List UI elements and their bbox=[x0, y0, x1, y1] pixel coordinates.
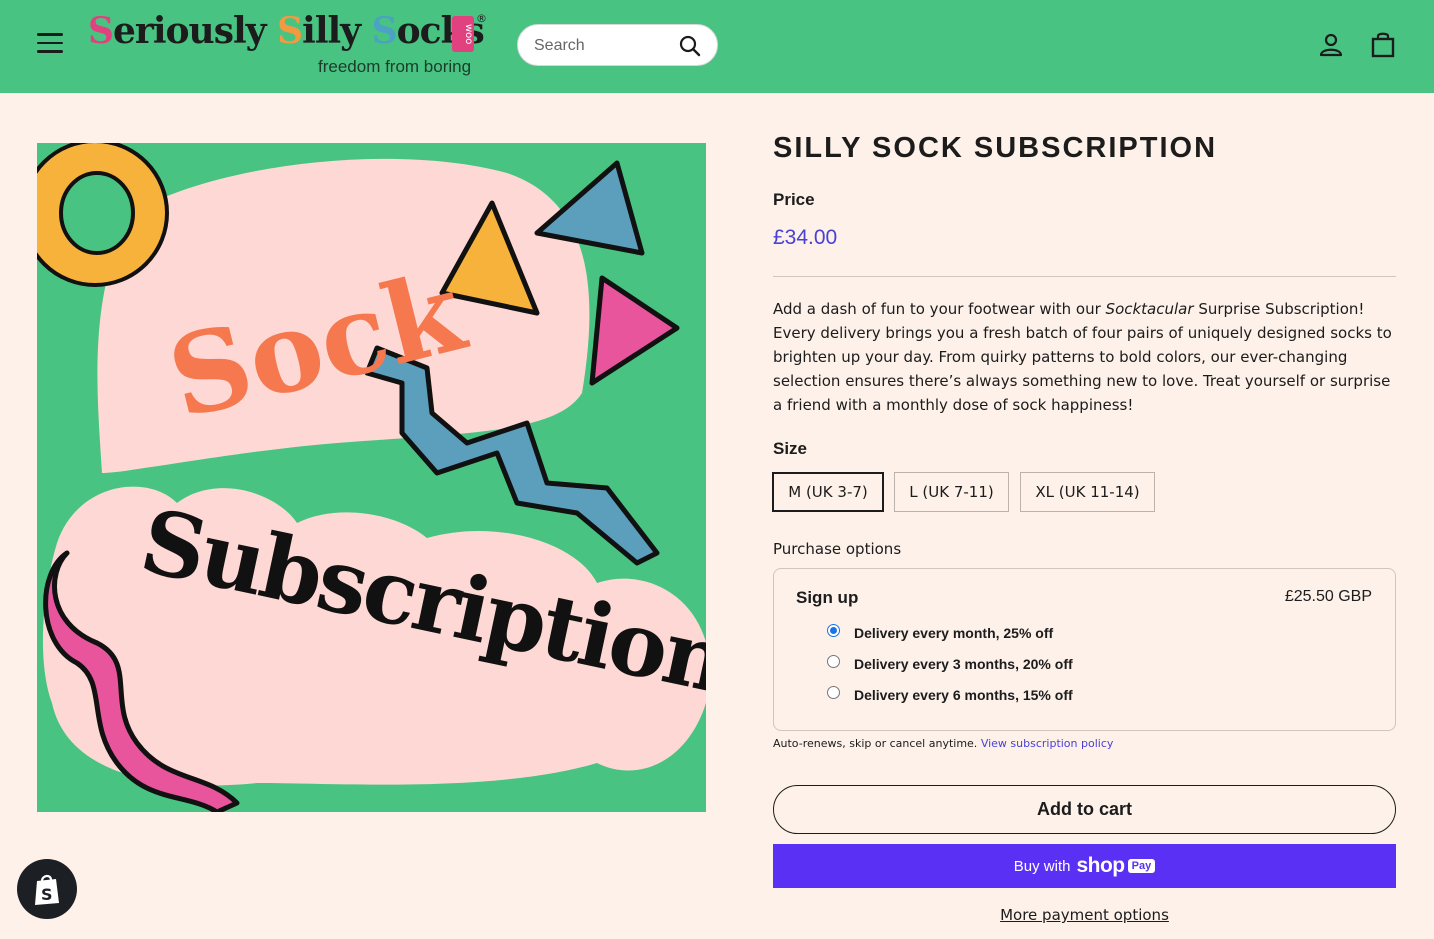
shopify-logo-icon: S bbox=[35, 874, 59, 905]
product-artwork: Sock Subscription bbox=[37, 143, 706, 812]
logo-badge: woo bbox=[452, 16, 474, 52]
search-icon[interactable] bbox=[678, 34, 702, 58]
search-bar bbox=[517, 24, 718, 66]
buy-with-label: Buy with bbox=[1013, 857, 1071, 875]
shop-logo-text: shop bbox=[1076, 854, 1125, 877]
svg-text:S: S bbox=[41, 885, 53, 904]
product-description: Add a dash of fun to your footwear with … bbox=[773, 300, 1392, 414]
product-price: £34.00 bbox=[773, 226, 838, 249]
subscription-title: Sign up bbox=[796, 588, 859, 607]
product-title: SILLY SOCK SUBSCRIPTION bbox=[773, 132, 1218, 164]
purchase-options-label: Purchase options bbox=[773, 540, 902, 558]
radio-button[interactable] bbox=[827, 685, 840, 699]
subscription-price: £25.50 GBP bbox=[1284, 588, 1372, 605]
site-header: Seriously Silly Socks woo ® freedom from… bbox=[0, 0, 1434, 93]
search-input[interactable] bbox=[534, 35, 674, 57]
site-logo[interactable]: Seriously Silly Socks woo ® freedom from… bbox=[88, 10, 488, 82]
size-option-xl[interactable]: XL (UK 11-14) bbox=[1020, 472, 1155, 512]
subscription-option-6-months[interactable]: Delivery every 6 months, 15% off bbox=[827, 685, 1073, 703]
radio-button[interactable] bbox=[827, 623, 840, 637]
shopping-bag-icon[interactable] bbox=[1370, 31, 1396, 59]
logo-tagline: freedom from boring bbox=[318, 57, 472, 76]
logo-wordmark: Seriously Silly Socks bbox=[88, 10, 485, 52]
subscription-option-monthly[interactable]: Delivery every month, 25% off bbox=[827, 623, 1054, 641]
registered-mark: ® bbox=[476, 12, 487, 25]
account-icon[interactable] bbox=[1318, 32, 1344, 58]
subscription-policy-link[interactable]: View subscription policy bbox=[981, 737, 1114, 750]
subscription-option-label: Delivery every 6 months, 15% off bbox=[854, 687, 1073, 703]
size-label: Size bbox=[773, 439, 808, 458]
price-label: Price bbox=[773, 190, 815, 209]
product-image[interactable]: Sock Subscription bbox=[37, 143, 706, 812]
size-option-l[interactable]: L (UK 7-11) bbox=[894, 472, 1009, 512]
shopify-bag-icon[interactable]: S bbox=[17, 859, 77, 919]
subscription-option-3-months[interactable]: Delivery every 3 months, 20% off bbox=[827, 654, 1073, 672]
size-option-m[interactable]: M (UK 3-7) bbox=[772, 472, 884, 512]
radio-button[interactable] bbox=[827, 654, 840, 668]
hamburger-menu-icon[interactable] bbox=[37, 33, 65, 57]
more-payment-options-link[interactable]: More payment options bbox=[773, 906, 1396, 924]
add-to-cart-button[interactable]: Add to cart bbox=[773, 785, 1396, 834]
pay-badge: Pay bbox=[1127, 859, 1156, 873]
subscription-policy-note: Auto-renews, skip or cancel anytime. Vie… bbox=[773, 737, 1114, 750]
subscription-box: Sign up £25.50 GBP Delivery every month,… bbox=[773, 568, 1396, 731]
divider bbox=[773, 276, 1396, 277]
subscription-option-label: Delivery every month, 25% off bbox=[854, 625, 1054, 641]
subscription-option-label: Delivery every 3 months, 20% off bbox=[854, 656, 1073, 672]
shop-pay-button[interactable]: Buy with shop Pay bbox=[773, 844, 1396, 888]
